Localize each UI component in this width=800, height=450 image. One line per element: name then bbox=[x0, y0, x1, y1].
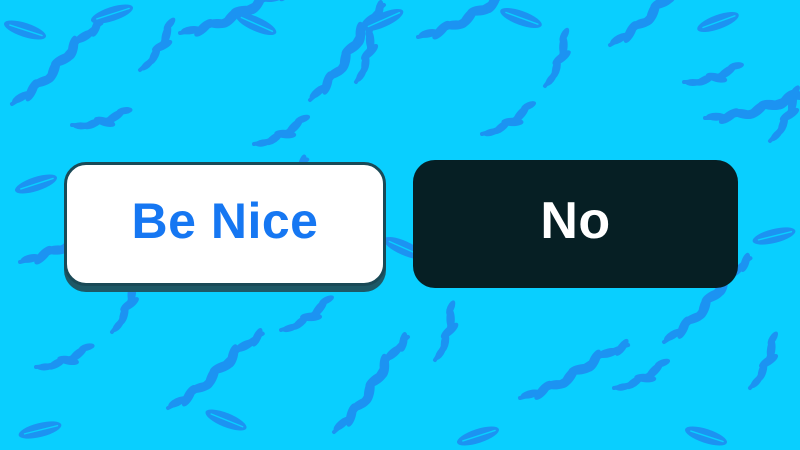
no-button[interactable]: No bbox=[413, 160, 738, 288]
no-label: No bbox=[540, 192, 611, 250]
be-nice-label: Be Nice bbox=[131, 193, 319, 249]
be-nice-button[interactable]: Be Nice bbox=[64, 162, 386, 286]
